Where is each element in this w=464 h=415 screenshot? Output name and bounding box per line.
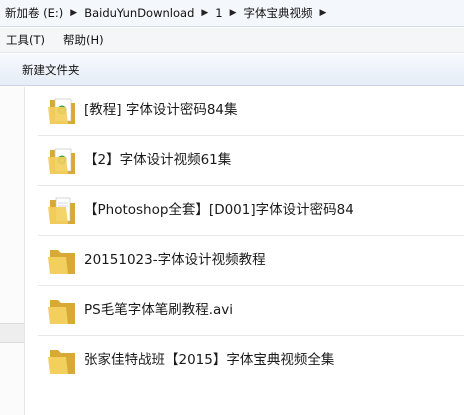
file-name[interactable]: 张家佳特战班【2015】字体宝典视频全集	[84, 348, 334, 368]
breadcrumb-item-drive[interactable]: 新加卷 (E:)	[2, 5, 66, 21]
chevron-right-icon[interactable]: ▶	[66, 8, 81, 18]
list-item[interactable]: PS毛笔字体笔刷教程.avi	[26, 287, 464, 336]
chevron-right-icon[interactable]: ▶	[316, 8, 331, 18]
list-item[interactable]: 20151023-字体设计视频教程	[26, 237, 464, 286]
folder-with-document-icon: e	[48, 98, 75, 124]
file-name[interactable]: [教程] 字体设计密码84集	[84, 98, 238, 118]
nav-pane-scroll-area[interactable]	[0, 323, 24, 343]
command-toolbar: 新建文件夹	[0, 54, 464, 86]
folder-icon	[48, 300, 75, 324]
navigation-pane[interactable]	[0, 87, 25, 415]
folder-with-paper-icon	[48, 197, 75, 224]
file-list: e [教程] 字体设计密码84集 e 【2】字体设计视频61集 【Photosh…	[26, 87, 464, 415]
file-name[interactable]: 【2】字体设计视频61集	[84, 148, 231, 168]
menu-item-tools[interactable]: 工具(T)	[4, 30, 53, 50]
row-divider	[38, 185, 464, 186]
breadcrumb-item-1[interactable]: 1	[212, 6, 225, 20]
menu-item-help[interactable]: 帮助(H)	[61, 30, 112, 50]
chevron-right-icon[interactable]: ▶	[226, 8, 241, 18]
list-item[interactable]: e [教程] 字体设计密码84集	[26, 87, 464, 136]
breadcrumb-item-baiduyundownload[interactable]: BaiduYunDownload	[81, 6, 197, 20]
row-divider	[38, 285, 464, 286]
file-name[interactable]: PS毛笔字体笔刷教程.avi	[84, 298, 233, 318]
menu-bar: 工具(T) 帮助(H)	[0, 28, 464, 53]
new-folder-button[interactable]: 新建文件夹	[18, 59, 84, 81]
folder-icon	[48, 350, 75, 374]
folder-icon	[48, 250, 75, 274]
list-item[interactable]: 【Photoshop全套】[D001]字体设计密码84	[26, 187, 464, 236]
file-name[interactable]: 【Photoshop全套】[D001]字体设计密码84	[84, 198, 354, 218]
list-item[interactable]: 张家佳特战班【2015】字体宝典视频全集	[26, 337, 464, 386]
row-divider	[38, 335, 464, 336]
folder-with-document-icon: e	[48, 148, 75, 174]
file-name[interactable]: 20151023-字体设计视频教程	[84, 248, 266, 268]
chevron-right-icon[interactable]: ▶	[197, 8, 212, 18]
row-divider	[38, 135, 464, 136]
list-item[interactable]: e 【2】字体设计视频61集	[26, 137, 464, 186]
breadcrumb-item-current[interactable]: 字体宝典视频	[241, 5, 316, 21]
address-bar[interactable]: 新加卷 (E:) ▶ BaiduYunDownload ▶ 1 ▶ 字体宝典视频…	[0, 0, 464, 27]
row-divider	[38, 235, 464, 236]
